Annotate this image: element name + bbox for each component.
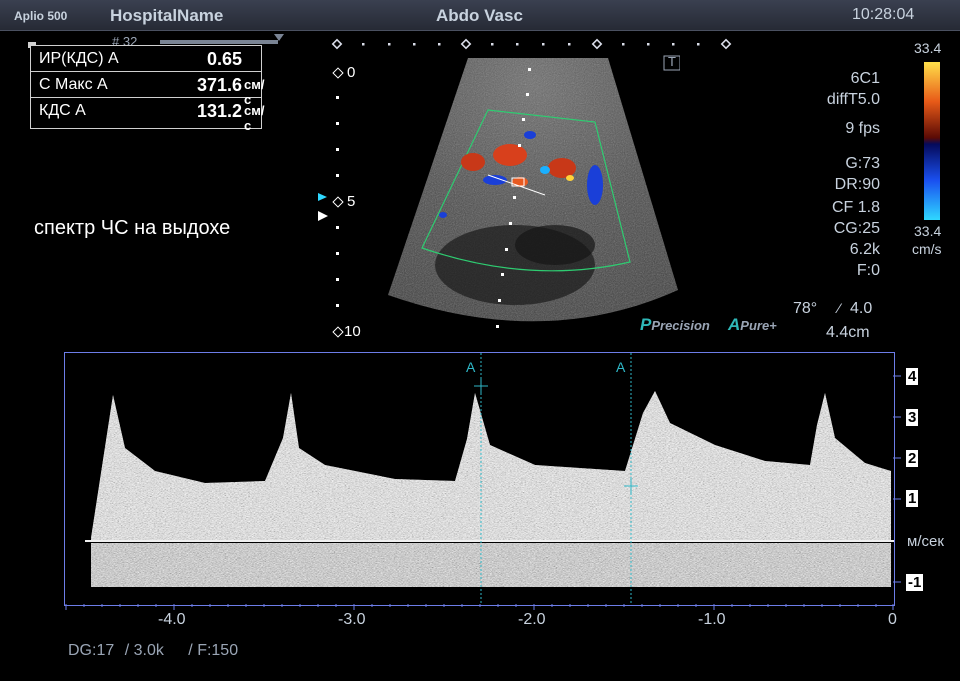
dynamic-range: DR:90 (834, 176, 880, 193)
measurement-label: С Макс А (39, 76, 108, 93)
gain-value: G:73 (845, 155, 880, 172)
logo-icon: T (668, 54, 676, 69)
depth-label: 0 (347, 64, 356, 81)
measurement-value: 131.2 (196, 101, 242, 121)
depth-marker-icon (332, 326, 344, 338)
measurement-panel[interactable]: ИР(КДС) А 0.65 С Макс А 371.6 см/с КДС А… (30, 45, 264, 133)
focus-pointer-icon (318, 211, 328, 221)
cine-bar[interactable] (160, 40, 278, 44)
parameter-panel: 6C1 diffT5.0 9 fps G:73 DR:90 CF 1.8 CG:… (827, 68, 880, 281)
depth-value: 4.4cm (826, 324, 870, 341)
color-frequency: CF 1.8 (831, 199, 880, 216)
title-bar: Aplio 500 HospitalName Abdo Vasc 10:28:0… (0, 0, 960, 31)
bmode-image[interactable] (380, 50, 680, 335)
measurement-value: 0.65 (206, 49, 242, 69)
velocity-unit: м/сек (907, 533, 944, 550)
frame-rate: 9 fps (845, 120, 880, 137)
hospital-name: HospitalName (110, 6, 224, 25)
depth-marker-icon (332, 67, 344, 79)
time-tick: -4.0 (158, 611, 186, 628)
velocity-tick: 1 (906, 490, 919, 507)
velocity-tick: 3 (906, 409, 919, 426)
depth-scale: 0 5 10 (320, 60, 370, 345)
doppler-spectrum[interactable]: A A (64, 352, 895, 606)
color-scale-bar (924, 62, 940, 220)
measurement-unit: см/с (244, 103, 265, 133)
velocity-tick: -1 (906, 574, 924, 591)
filter-value: F:0 (856, 262, 880, 279)
colorbar-max: 33.4 (914, 40, 942, 56)
depth-label: 5 (347, 193, 356, 210)
doppler-gain: DG:17 (68, 642, 115, 659)
angle-value: 78° (793, 300, 818, 317)
measurement-row: С Макс А 371.6 см/с (31, 72, 264, 107)
measurement-label: ИР(КДС) А (39, 50, 119, 67)
cursor-marker-label: A (616, 359, 626, 375)
spectrum-canvas (85, 353, 894, 605)
time-tick: -2.0 (518, 611, 546, 628)
measurement-value: 371.6 (196, 75, 242, 95)
cursor-marker-label: A (466, 359, 476, 375)
measurement-row: ИР(КДС) А 0.65 (31, 46, 261, 72)
angle-correct-value: 4.0 (850, 300, 873, 317)
prf-value: 6.2k (849, 241, 880, 258)
clock: 10:28:04 (852, 6, 915, 23)
cine-marker-icon (274, 34, 284, 41)
time-tick: -3.0 (338, 611, 366, 628)
device-model: Aplio 500 (14, 9, 68, 23)
doppler-prf: / 3.0k (124, 642, 164, 659)
velocity-tick: 2 (906, 450, 919, 467)
angle-correct-icon: ⁄ (838, 300, 841, 316)
probe-label: 6C1 (850, 70, 880, 87)
velocity-axis (893, 375, 901, 583)
measurement-row: КДС А 131.2 см/с (31, 98, 264, 133)
annotation-text[interactable]: спектр ЧС на выдохе (34, 217, 230, 240)
color-gain: CG:25 (833, 220, 880, 237)
time-tick: 0 (888, 611, 897, 628)
depth-marker-icon (332, 196, 344, 208)
precision-label: PPrecision (640, 315, 710, 334)
doppler-settings: DG:17 / 3.0k / F:150 (68, 642, 238, 660)
measurement-label: КДС А (39, 102, 86, 119)
colorbar-unit: cm/s (912, 241, 942, 257)
exam-preset: Abdo Vasc (436, 6, 523, 25)
time-tick: -1.0 (698, 611, 726, 628)
time-axis (65, 604, 894, 610)
velocity-tick: 4 (906, 368, 919, 385)
colorbar-min: 33.4 (914, 223, 942, 239)
depth-label: 10 (344, 323, 361, 340)
focus-arrow-icon (318, 193, 327, 201)
doppler-filter: / F:150 (188, 642, 239, 659)
mode-label: diffT5.0 (826, 91, 880, 108)
apure-label: APure+ (728, 315, 777, 334)
